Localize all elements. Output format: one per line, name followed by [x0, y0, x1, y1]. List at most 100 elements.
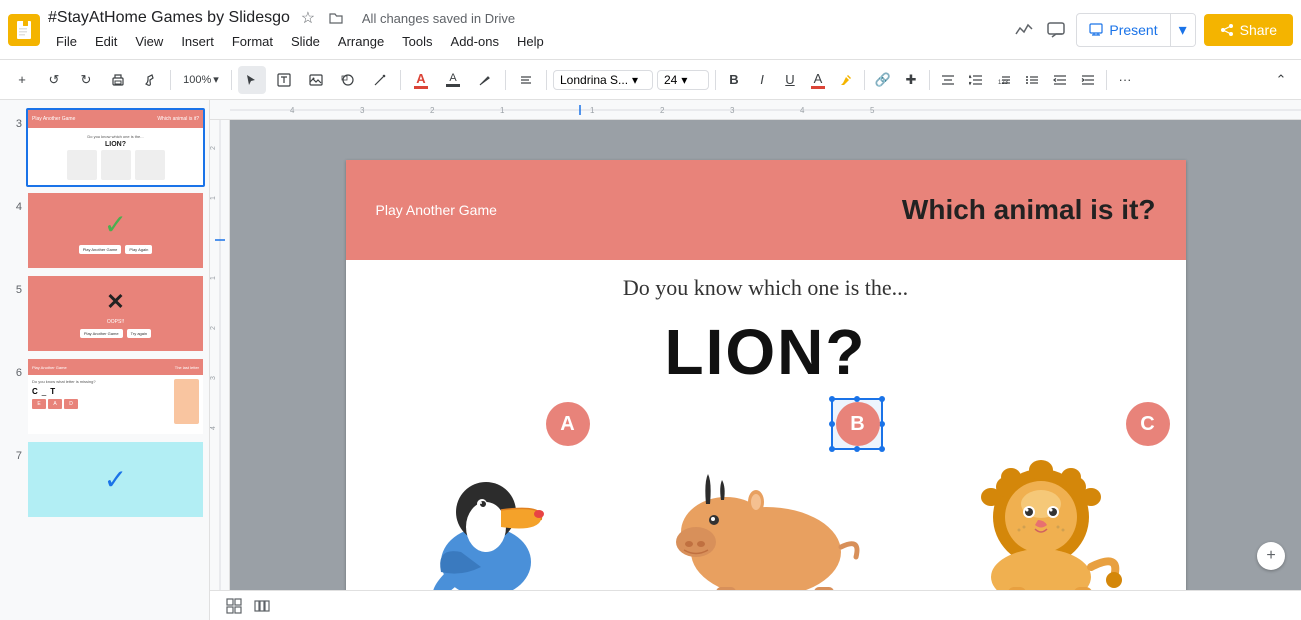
- slide-thumb-item-7[interactable]: 7 ✓: [4, 440, 205, 519]
- slide-header-right: Which animal is it?: [902, 194, 1156, 226]
- paint-btn[interactable]: [136, 66, 164, 94]
- insert-btn[interactable]: ✚: [899, 68, 923, 92]
- pen-tool[interactable]: [471, 66, 499, 94]
- share-label: Share: [1240, 22, 1277, 38]
- menu-insert[interactable]: Insert: [173, 30, 222, 53]
- slides-panel: 3 Play Another Game Which animal is it? …: [0, 100, 210, 620]
- folder-icon[interactable]: [324, 6, 348, 30]
- undo-btn[interactable]: ↺: [40, 66, 68, 94]
- slide-subtitle: Do you know which one is the...: [346, 275, 1186, 301]
- slide-number-4: 4: [4, 191, 22, 213]
- right-controls: Present ▾ Share: [1012, 13, 1293, 47]
- fill-color-btn[interactable]: A: [407, 66, 435, 94]
- collapse-btn[interactable]: ⌃: [1269, 68, 1293, 92]
- svg-text:4: 4: [210, 426, 217, 430]
- redo-btn[interactable]: ↻: [72, 66, 100, 94]
- print-btn[interactable]: [104, 66, 132, 94]
- slide-thumb-5[interactable]: ✕ OOPS!! Play Another Game Try again: [26, 274, 205, 353]
- line-spacing-btn[interactable]: [964, 68, 988, 92]
- menu-bar: File Edit View Insert Format Slide Arran…: [48, 30, 1004, 53]
- menu-slide[interactable]: Slide: [283, 30, 328, 53]
- star-icon[interactable]: ☆: [296, 6, 320, 30]
- font-size-box[interactable]: 24 ▾: [657, 70, 709, 90]
- font-selector[interactable]: Londrina S... ▾: [553, 70, 653, 90]
- italic-btn[interactable]: I: [750, 68, 774, 92]
- slide-thumb-3[interactable]: Play Another Game Which animal is it? Do…: [26, 108, 205, 187]
- shape-tool[interactable]: [334, 66, 362, 94]
- filmstrip-view-btn[interactable]: [250, 594, 274, 618]
- svg-text:4: 4: [800, 106, 805, 115]
- bold-btn[interactable]: B: [722, 68, 746, 92]
- main-layout: 3 Play Another Game Which animal is it? …: [0, 100, 1301, 620]
- more-btn[interactable]: ···: [1113, 68, 1137, 92]
- slide-canvas-wrap: Play Another Game Which animal is it? Do…: [346, 160, 1186, 550]
- text-align-btn[interactable]: [936, 68, 960, 92]
- svg-text:2: 2: [660, 106, 665, 115]
- menu-help[interactable]: Help: [509, 30, 552, 53]
- animal-a-toucan: [386, 432, 586, 590]
- zoom-control[interactable]: 100%▾: [177, 66, 225, 94]
- menu-arrange[interactable]: Arrange: [330, 30, 392, 53]
- slide-thumb-item-3[interactable]: 3 Play Another Game Which animal is it? …: [4, 108, 205, 187]
- slide-thumb-item-5[interactable]: 5 ✕ OOPS!! Play Another Game Try again: [4, 274, 205, 353]
- highlight-btn[interactable]: [834, 68, 858, 92]
- svg-text:3: 3: [210, 376, 217, 380]
- zoom-button[interactable]: +: [1257, 542, 1285, 570]
- slide-canvas: Play Another Game Which animal is it? Do…: [346, 160, 1186, 590]
- indent-increase-btn[interactable]: [1076, 68, 1100, 92]
- share-button[interactable]: Share: [1204, 14, 1293, 46]
- text-color-inline-btn[interactable]: A: [806, 68, 830, 92]
- top-bar: #StayAtHome Games by Slidesgo ☆ All chan…: [0, 0, 1301, 60]
- underline-btn[interactable]: U: [778, 68, 802, 92]
- svg-text:1: 1: [210, 276, 217, 280]
- menu-view[interactable]: View: [127, 30, 171, 53]
- add-btn[interactable]: +: [8, 66, 36, 94]
- cursor-tool[interactable]: [238, 66, 266, 94]
- animals-container: [346, 402, 1186, 590]
- animal-b-rhino: [666, 432, 866, 590]
- svg-text:4: 4: [290, 106, 295, 115]
- slide-number-5: 5: [4, 274, 22, 296]
- slide-thumb-6[interactable]: Play Another Game The last letter Do you…: [26, 357, 205, 436]
- comment-icon[interactable]: [1044, 18, 1068, 42]
- bulleted-list-btn[interactable]: [1020, 68, 1044, 92]
- bottom-bar: [210, 590, 1301, 620]
- menu-tools[interactable]: Tools: [394, 30, 440, 53]
- link-btn[interactable]: 🔗: [871, 68, 895, 92]
- slide-thumb-item-6[interactable]: 6 Play Another Game The last letter Do y…: [4, 357, 205, 436]
- canvas-scroll[interactable]: Play Another Game Which animal is it? Do…: [230, 120, 1301, 590]
- present-button[interactable]: Present ▾: [1076, 13, 1195, 47]
- ruler-horizontal: 4 3 2 1 1 2 3 4 5: [210, 100, 1301, 120]
- option-b-label: B: [850, 413, 864, 436]
- sep4: [505, 70, 506, 90]
- indent-decrease-btn[interactable]: [1048, 68, 1072, 92]
- numbered-list-btn[interactable]: 123: [992, 68, 1016, 92]
- slide-thumb-item-4[interactable]: 4 ✓ Play Another Game Play Again: [4, 191, 205, 270]
- menu-addons[interactable]: Add-ons: [443, 30, 507, 53]
- align-btn[interactable]: [512, 66, 540, 94]
- animal-c-lion: [946, 432, 1146, 590]
- menu-edit[interactable]: Edit: [87, 30, 125, 53]
- option-b-circle[interactable]: B: [836, 402, 880, 446]
- sep3: [400, 70, 401, 90]
- text-tool[interactable]: [270, 66, 298, 94]
- sep5: [546, 70, 547, 90]
- text-color-btn[interactable]: A: [439, 66, 467, 94]
- present-arrow[interactable]: ▾: [1170, 14, 1195, 46]
- slide-thumb-4[interactable]: ✓ Play Another Game Play Again: [26, 191, 205, 270]
- sep8: [929, 70, 930, 90]
- menu-format[interactable]: Format: [224, 30, 281, 53]
- menu-file[interactable]: File: [48, 30, 85, 53]
- ruler-area: 2 1 1 2 3 4 Play Another Game Whi: [210, 120, 1301, 590]
- present-main[interactable]: Present: [1077, 16, 1169, 44]
- activity-icon[interactable]: [1012, 18, 1036, 42]
- slide-number-7: 7: [4, 440, 22, 462]
- grid-view-btn[interactable]: [222, 594, 246, 618]
- slide-thumb-7[interactable]: ✓: [26, 440, 205, 519]
- line-tool[interactable]: [366, 66, 394, 94]
- svg-text:123: 123: [998, 80, 1009, 86]
- auto-save-status: All changes saved in Drive: [362, 11, 515, 26]
- image-tool[interactable]: [302, 66, 330, 94]
- sep9: [1106, 70, 1107, 90]
- slide-number-6: 6: [4, 357, 22, 379]
